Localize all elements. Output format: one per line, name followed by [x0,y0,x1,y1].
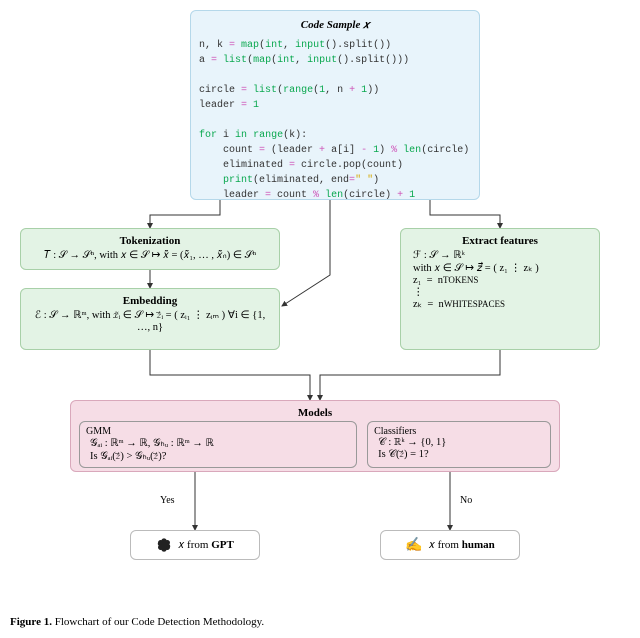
classifiers-line2: Is 𝒞(𝑧⃗) = 1? [374,449,544,461]
gmm-title: GMM [86,426,350,437]
code-sample-content: n, k = map(int, input().split()) a = lis… [199,38,471,203]
features-box: Extract features ℱ : 𝒮 → ℝᵏ with 𝑥 ∈ 𝒮 ↦… [400,228,600,350]
classifiers-subbox: Classifiers 𝒞 : ℝᵏ → {0, 1} Is 𝒞(𝑧⃗) = 1… [367,421,551,468]
branch-yes-label: Yes [160,495,175,506]
features-line1: ℱ : 𝒮 → ℝᵏ [409,249,591,262]
code-sample-title: Code Sample 𝑥 [199,17,471,34]
flowchart-canvas: Code Sample 𝑥 n, k = map(int, input().sp… [10,10,630,610]
tokenization-title: Tokenization [29,235,271,247]
models-title: Models [79,407,551,419]
gmm-line1: 𝒢ₐᵢ : ℝᵐ → ℝ, 𝒢ₕᵤ : ℝᵐ → ℝ [86,437,350,450]
caption-text: Flowchart of our Code Detection Methodol… [55,616,264,628]
gpt-icon [156,537,172,553]
outcome-human-box: ✍️ 𝑥 from human [380,530,520,560]
outcome-gpt-box: 𝑥 from GPT [130,530,260,560]
features-line3: z₁ = nTOKENS [409,275,591,286]
code-sample-box: Code Sample 𝑥 n, k = map(int, input().sp… [190,10,480,200]
embedding-title: Embedding [29,295,271,307]
features-line4: ⋮ [409,286,591,298]
writing-hand-icon: ✍️ [405,537,422,554]
tokenization-formula: 𝑇 : 𝒮 → 𝒮ⁿ, with 𝑥 ∈ 𝒮 ↦ 𝑥̃ = (𝑥̃₁, … , … [29,249,271,262]
outcome-human-text: 𝑥 from human [429,539,495,552]
features-line2: with 𝑥 ∈ 𝒮 ↦ 𝑧⃗ = ( z₁ ⋮ zₖ ) [409,262,591,275]
branch-no-label: No [460,495,472,506]
classifiers-title: Classifiers [374,426,544,437]
classifiers-line1: 𝒞 : ℝᵏ → {0, 1} [374,437,544,449]
outcome-gpt-text: 𝑥 from GPT [178,539,234,552]
features-line5: zₖ = nWHITESPACES [409,298,591,310]
caption-label: Figure 1. [10,616,52,628]
gmm-subbox: GMM 𝒢ₐᵢ : ℝᵐ → ℝ, 𝒢ₕᵤ : ℝᵐ → ℝ Is 𝒢ₐᵢ(𝑧⃗… [79,421,357,468]
features-title: Extract features [409,235,591,247]
gmm-line2: Is 𝒢ₐᵢ(𝑧⃗) > 𝒢ₕᵤ(𝑧⃗)? [86,450,350,463]
figure-caption: Figure 1. Flowchart of our Code Detectio… [10,616,630,628]
models-box: Models GMM 𝒢ₐᵢ : ℝᵐ → ℝ, 𝒢ₕᵤ : ℝᵐ → ℝ Is… [70,400,560,472]
embedding-box: Embedding ℰ : 𝒮 → ℝᵐ, with 𝑥̃ᵢ ∈ 𝒮 ↦ 𝑧⃗ᵢ… [20,288,280,350]
tokenization-box: Tokenization 𝑇 : 𝒮 → 𝒮ⁿ, with 𝑥 ∈ 𝒮 ↦ 𝑥̃… [20,228,280,270]
embedding-formula: ℰ : 𝒮 → ℝᵐ, with 𝑥̃ᵢ ∈ 𝒮 ↦ 𝑧⃗ᵢ = ( zᵢ₁ ⋮… [29,309,271,333]
